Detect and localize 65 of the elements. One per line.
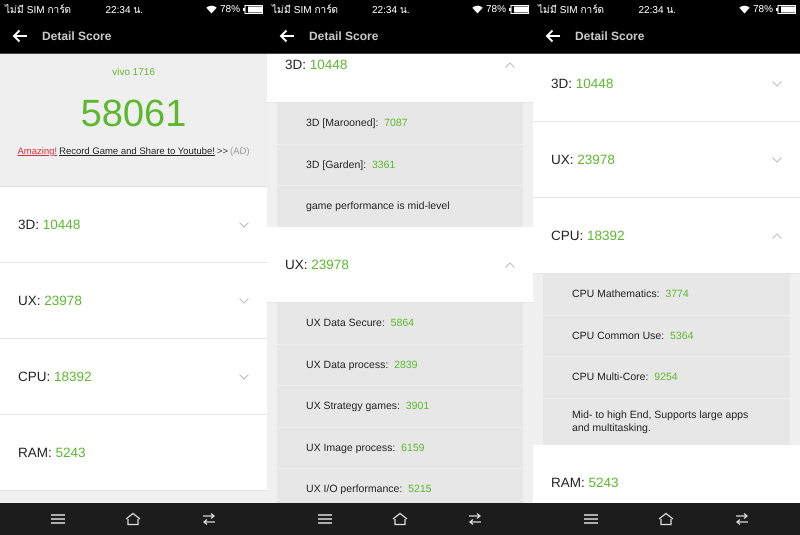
- detail-score: UX I/O performance: 5215: [306, 483, 432, 496]
- section-score: UX: 23978: [285, 257, 350, 272]
- screen-title: Detail Score: [42, 28, 112, 42]
- carrier-label: ไม่มี SIM การ์ด: [272, 3, 338, 16]
- clock: 22:34 น.: [638, 4, 678, 16]
- device-name: vivo 1716: [112, 67, 155, 78]
- menu-icon[interactable]: [316, 512, 334, 526]
- back-arrow-icon[interactable]: [279, 28, 295, 42]
- section-score: 3D: 10448: [18, 217, 82, 232]
- detail-score: UX Image process: 6159: [306, 442, 424, 454]
- screen-title: Detail Score: [309, 28, 378, 42]
- detail-score: CPU Common Use: 5364: [572, 330, 694, 342]
- score-section-header[interactable]: RAM: 5243: [533, 444, 800, 503]
- menu-icon[interactable]: [582, 512, 600, 526]
- wifi-icon: [206, 4, 217, 14]
- score-section-header[interactable]: CPU: 18392: [0, 339, 267, 415]
- detail-score: 3D [Marooned]: 7087: [306, 117, 408, 130]
- score-section-header[interactable]: 3D: 10448: [533, 54, 800, 122]
- detail-score: UX Strategy games: 3901: [306, 400, 430, 412]
- detail-score: UX Data process: 2839: [306, 358, 418, 371]
- wifi-icon: [739, 4, 750, 14]
- score-section-header[interactable]: UX: 23978: [0, 263, 267, 339]
- carrier-label: ไม่มี SIM การ์ด: [5, 3, 72, 16]
- screen-title: Detail Score: [575, 28, 644, 42]
- battery-level: 78%: [220, 4, 240, 14]
- back-arrow-icon[interactable]: [545, 28, 561, 42]
- battery-icon: [509, 4, 530, 14]
- carrier-label: ไม่มี SIM การ์ด: [538, 3, 604, 16]
- battery-level: 78%: [753, 4, 774, 14]
- battery-level: 78%: [486, 4, 506, 14]
- section-score: 3D: 10448: [551, 76, 614, 91]
- battery-icon: [243, 4, 264, 14]
- section-score: 3D: 10448: [285, 57, 348, 72]
- ad-link[interactable]: Record Game and Share to Youtube!: [59, 146, 215, 157]
- section-score: RAM: 5243: [551, 474, 620, 490]
- section-score: UX: 23978: [551, 152, 616, 167]
- ad-arrows: >>: [216, 146, 228, 157]
- detail-score: UX Data Secure: 5864: [306, 317, 414, 330]
- performance-note: Mid- to high End, Supports large apps and multitasking.: [572, 408, 750, 434]
- ad-highlight-link[interactable]: Amazing!: [17, 146, 58, 157]
- section-score: RAM: 5243: [18, 445, 87, 460]
- performance-note: game performance is mid-level: [306, 200, 450, 213]
- score-section-header[interactable]: 3D: 10448: [0, 187, 267, 263]
- total-score: 58061: [80, 92, 186, 136]
- clock: 22:34 น.: [106, 4, 144, 16]
- home-icon[interactable]: [390, 512, 409, 526]
- section-score: CPU: 18392: [18, 369, 93, 384]
- score-section-header[interactable]: CPU: 18392: [533, 198, 800, 274]
- score-section-header[interactable]: RAM: 5243: [0, 415, 267, 491]
- clock: 22:34 น.: [372, 4, 411, 16]
- home-icon[interactable]: [657, 512, 676, 526]
- score-section-header[interactable]: 3D: 10448: [267, 54, 533, 103]
- back-arrow-icon[interactable]: [12, 28, 28, 42]
- ad-tag: (AD): [230, 146, 250, 157]
- detail-score: CPU Multi-Core: 9254: [572, 371, 678, 384]
- detail-score: 3D [Garden]: 3361: [306, 158, 396, 171]
- section-score: CPU: 18392: [551, 228, 626, 243]
- home-icon[interactable]: [124, 512, 142, 526]
- detail-score: CPU Mathematics: 3774: [572, 288, 689, 300]
- score-section-header[interactable]: UX: 23978: [533, 122, 800, 198]
- section-score: UX: 23978: [18, 293, 83, 308]
- menu-icon[interactable]: [48, 512, 67, 526]
- wifi-icon: [472, 4, 483, 14]
- battery-icon: [776, 4, 796, 14]
- score-section-header[interactable]: UX: 23978: [267, 227, 533, 303]
